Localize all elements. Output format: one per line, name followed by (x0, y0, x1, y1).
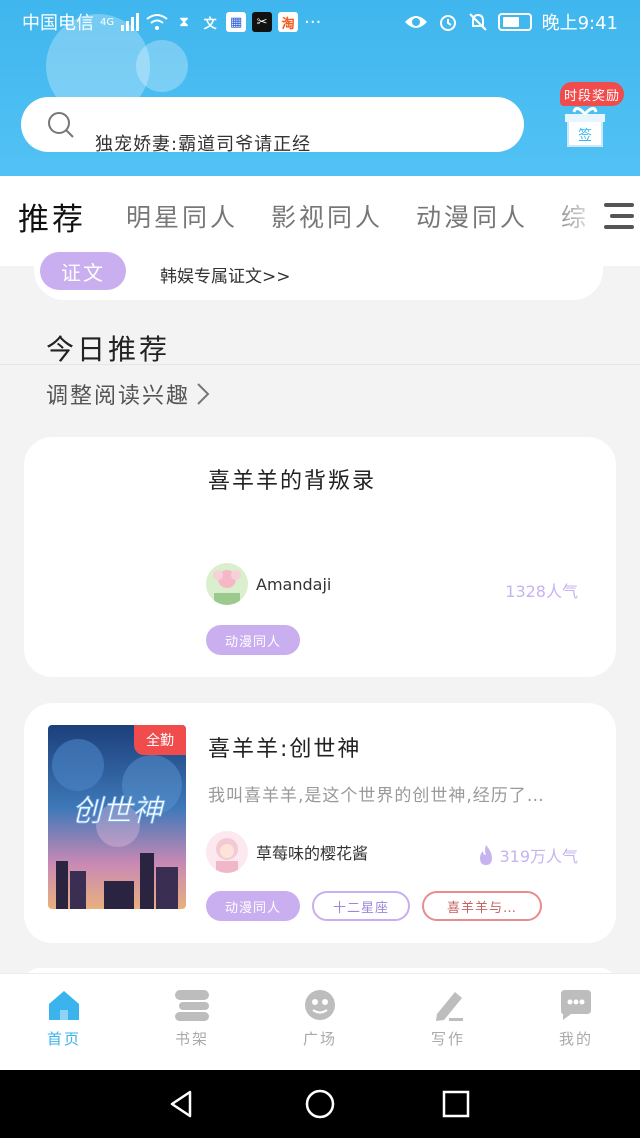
nav-bookshelf[interactable]: 书架 (147, 988, 237, 1049)
bottom-navigation: 首页 书架 广场 写作 我的 (0, 973, 640, 1070)
search-placeholder: 独宠娇妻:霸道司爷请正经 (95, 133, 312, 155)
eye-icon (404, 16, 427, 28)
menu-icon[interactable] (600, 201, 634, 231)
app-notification-icon: ▦ (226, 12, 247, 32)
nav-plaza[interactable]: 广场 (275, 988, 365, 1049)
status-bar: 中国电信 4G ⧗ 文 ▦ ✂ 淘 ··· 晚上9:41 (0, 0, 640, 44)
fire-icon (480, 845, 493, 865)
nav-label: 广场 (302, 1030, 337, 1048)
nav-home[interactable]: 首页 (19, 988, 109, 1049)
battery-icon (497, 13, 532, 31)
alarm-icon (439, 15, 456, 31)
author-info[interactable]: Amandaji (206, 563, 331, 605)
book-title: 喜羊羊的背叛录 (208, 469, 377, 494)
recents-icon[interactable] (440, 1088, 472, 1120)
popularity: 1328人气 (505, 582, 578, 601)
section-title: 今日推荐 (46, 333, 171, 366)
carrier-name: 中国电信 (22, 13, 94, 34)
chat-icon (561, 990, 591, 1020)
adjust-interest-label: 调整阅读兴趣 (46, 384, 191, 409)
hourglass-icon: ⧗ (179, 14, 189, 30)
signal-icon (121, 13, 140, 31)
book-card[interactable]: 创世神 全勤 喜羊羊:创世神 我叫喜羊羊,是这个世界的创世神,经历了… 草莓味的… (24, 703, 616, 943)
tab-recommend[interactable]: 推荐 (18, 194, 86, 239)
nav-label: 书架 (174, 1030, 209, 1048)
nav-label: 写作 (430, 1030, 465, 1048)
reward-label: 时段奖励 (560, 82, 624, 106)
popularity: 319万人气 (477, 843, 578, 867)
search-bar[interactable]: 独宠娇妻:霸道司爷请正经 (21, 97, 524, 155)
system-navigation-bar (0, 1070, 640, 1138)
author-name: Amandaji (256, 574, 332, 594)
nav-label: 首页 (46, 1030, 81, 1048)
book-card[interactable]: 喜羊羊的背叛录 Amandaji 1328人气 动漫同人 (24, 437, 616, 677)
reward-button[interactable]: 时段奖励 签 (552, 82, 626, 148)
gift-icon: 签 (565, 107, 605, 147)
mute-icon (468, 13, 487, 31)
home-button-icon[interactable] (304, 1088, 336, 1120)
pen-icon (436, 992, 463, 1021)
divider (0, 364, 640, 365)
back-icon[interactable] (166, 1088, 198, 1120)
adjust-interest-link[interactable]: 调整阅读兴趣 (46, 378, 210, 410)
book-cover: 创世神 全勤 (48, 725, 186, 909)
author-info[interactable]: 草莓味的樱花酱 (206, 831, 368, 873)
notice-text: 韩娱专属证文>> (160, 267, 291, 287)
nav-label: 我的 (558, 1030, 593, 1048)
search-icon (48, 111, 74, 138)
network-type: 4G (100, 17, 115, 28)
nav-mine[interactable]: 我的 (531, 988, 621, 1049)
home-icon (49, 991, 79, 1020)
tag-chip[interactable]: 动漫同人 (206, 625, 300, 655)
book-description: 我叫喜羊羊,是这个世界的创世神,经历了… (208, 786, 545, 806)
book-title: 喜羊羊:创世神 (208, 737, 362, 762)
tab-anime-fanfic[interactable]: 动漫同人 (416, 198, 528, 234)
bookshelf-icon (175, 990, 209, 1021)
taobao-icon: 淘 (278, 12, 299, 32)
tag-chip[interactable]: 动漫同人 (206, 891, 300, 921)
notice-banner[interactable]: 证文 韩娱专属证文>> (34, 240, 603, 300)
tag-chip[interactable]: 十二星座 (312, 891, 410, 921)
tag-chip[interactable]: 喜羊羊与… (422, 891, 542, 921)
avatar (206, 563, 248, 605)
gift-text: 签 (578, 127, 592, 144)
plaza-icon (305, 990, 335, 1020)
avatar (206, 831, 248, 873)
notice-pill: 证文 (40, 252, 126, 290)
more-notifications-icon: ··· (304, 11, 322, 33)
cover-title: 创世神 (72, 794, 165, 829)
popularity-value: 319万人气 (499, 847, 578, 866)
decor-bubble (136, 40, 188, 92)
author-name: 草莓味的樱花酱 (256, 844, 369, 863)
clock: 晚上9:41 (541, 13, 618, 34)
nav-write[interactable]: 写作 (403, 988, 493, 1049)
full-attendance-badge: 全勤 (134, 725, 186, 755)
tab-celebrity-fanfic[interactable]: 明星同人 (126, 198, 238, 234)
tab-film-fanfic[interactable]: 影视同人 (271, 198, 383, 234)
capcut-icon: ✂ (252, 12, 273, 32)
chevron-right-icon (197, 383, 210, 405)
wifi-icon (146, 14, 168, 30)
app-notification-icon: 文 (203, 16, 217, 32)
